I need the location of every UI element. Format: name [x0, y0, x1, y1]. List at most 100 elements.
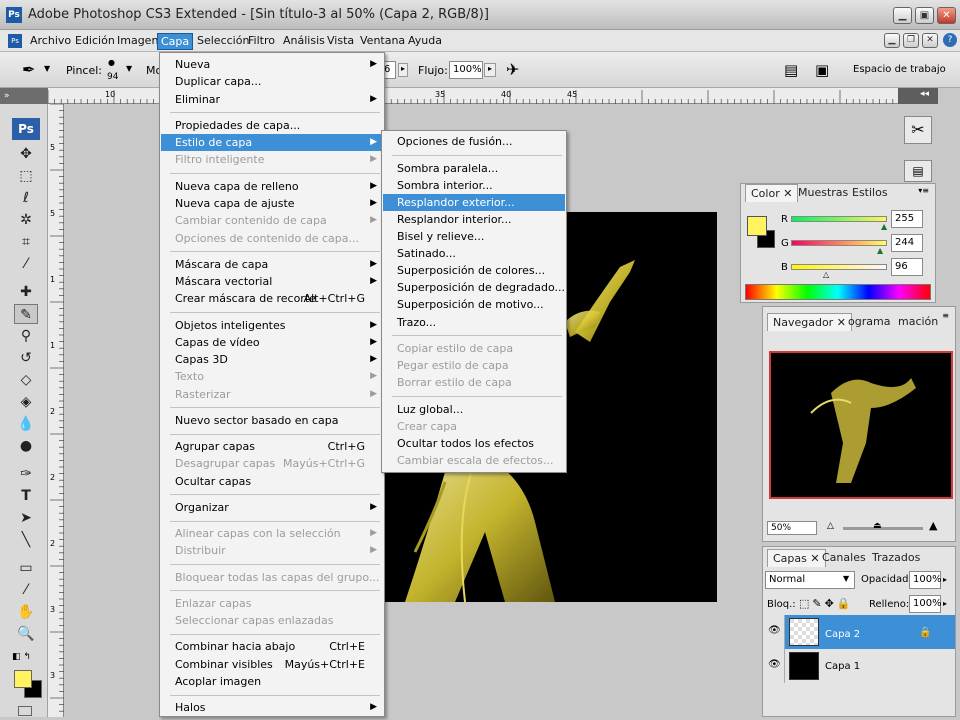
estilo_submenu-item[interactable]: Sombra interior... [383, 177, 565, 194]
tools-dock-icon[interactable]: ✂ [904, 116, 932, 144]
opacity-arrow-icon[interactable]: ▸ [398, 63, 408, 77]
hand-tool-icon[interactable]: ✋ [14, 602, 38, 622]
capa_menu-item[interactable]: Máscara de capa ▶ [161, 256, 383, 273]
tab-informacion[interactable]: mación [893, 313, 943, 331]
photoshop-badge-icon[interactable]: Ps [12, 118, 40, 140]
tab-canales[interactable]: Canales [817, 549, 871, 567]
capa_menu-item[interactable]: Combinar visibles Mayús+Ctrl+E [161, 656, 383, 673]
menu-analisis[interactable]: Análisis [283, 34, 325, 47]
doc-close-button[interactable]: ✕ [922, 33, 938, 48]
estilo_submenu-item[interactable]: Opciones de fusión... [383, 133, 565, 150]
magic-wand-icon[interactable]: ✲ [14, 210, 38, 230]
capa_menu-item[interactable]: Objetos inteligentes ▶ [161, 317, 383, 334]
history-brush-icon[interactable]: ↺ [14, 348, 38, 368]
help-icon[interactable]: ? [943, 33, 957, 47]
zoom-slider-thumb-icon[interactable]: ⏏ [873, 521, 882, 531]
clone-stamp-icon[interactable]: ⚲ [14, 326, 38, 346]
brush-size[interactable]: 94 [107, 72, 118, 82]
zoom-tool-icon[interactable]: 🔍 [14, 624, 38, 644]
capa_menu-item[interactable]: Duplicar capa... [161, 73, 383, 90]
b-slider[interactable] [791, 264, 887, 270]
estilo_submenu-item[interactable]: Trazo... [383, 314, 565, 331]
capa_menu-item[interactable]: Propiedades de capa... [161, 117, 383, 134]
capa_menu-item[interactable]: Nueva capa de relleno ▶ [161, 178, 383, 195]
capa_menu-item[interactable]: Capas de vídeo ▶ [161, 334, 383, 351]
path-selection-icon[interactable]: ➤ [14, 508, 38, 528]
tab-histograma[interactable]: ograma [843, 313, 895, 331]
menu-imagen[interactable]: Imagen [117, 34, 158, 47]
airbrush-icon[interactable]: ✈ [506, 60, 519, 79]
menu-vista[interactable]: Vista [327, 34, 354, 47]
maximize-button[interactable]: ▣ [915, 7, 934, 24]
workspace-button[interactable]: Espacio de trabajo [853, 64, 946, 75]
capa_menu-item[interactable]: Acoplar imagen [161, 673, 383, 690]
doc-minimize-button[interactable]: ▁ [884, 33, 900, 48]
move-tool-icon[interactable]: ✥ [14, 144, 38, 164]
brush-tool-icon[interactable]: ✒ [22, 60, 35, 79]
workspace-icon[interactable]: ▣ [815, 61, 829, 79]
estilo_submenu-item[interactable]: Superposición de degradado... [383, 279, 565, 296]
healing-brush-icon[interactable]: ✚ [14, 282, 38, 302]
zoom-slider[interactable] [843, 527, 923, 530]
g-value[interactable]: 244 [891, 234, 923, 252]
default-colors-icon[interactable]: ◧ ↰ [12, 652, 31, 662]
zoom-in-icon[interactable]: ▲ [929, 519, 937, 532]
panel-dock-icon[interactable]: ▤ [904, 160, 932, 182]
estilo_submenu-item[interactable]: Resplandor interior... [383, 211, 565, 228]
close-button[interactable]: ✕ [937, 7, 956, 24]
estilo_submenu-item[interactable]: Satinado... [383, 245, 565, 262]
chevron-down-icon[interactable]: ▼ [44, 64, 50, 73]
brush-tool-icon[interactable]: ✎ [14, 304, 38, 324]
panel-menu-icon[interactable]: ≡ [942, 311, 949, 320]
navigator-preview[interactable] [769, 351, 953, 499]
zoom-out-icon[interactable]: △ [827, 521, 834, 531]
foreground-color-swatch[interactable] [14, 670, 32, 688]
capa_menu-item[interactable]: Nuevo sector basado en capa [161, 412, 383, 429]
type-tool-icon[interactable]: T [14, 486, 38, 506]
blur-tool-icon[interactable]: 💧 [14, 414, 38, 434]
r-value[interactable]: 255 [891, 210, 923, 228]
eyedropper-icon[interactable]: ⁄ [14, 580, 38, 600]
r-slider-thumb-icon[interactable]: ▲ [881, 222, 887, 231]
fg-color-swatch[interactable] [747, 216, 767, 236]
capa_menu-item[interactable]: Estilo de capa ▶ [161, 134, 383, 152]
color-ramp[interactable] [745, 284, 931, 300]
brush-picker-chevron-icon[interactable]: ▼ [126, 64, 132, 73]
paint-bucket-icon[interactable]: ◈ [14, 392, 38, 412]
capa_menu-item[interactable]: Nueva capa de ajuste ▶ [161, 195, 383, 212]
eye-icon[interactable]: 👁 [768, 659, 781, 670]
tab-estilos[interactable]: Estilos [847, 184, 893, 202]
notes-tool-icon[interactable]: ▭ [14, 558, 38, 578]
opacity-arrow-icon[interactable]: ▸ [943, 575, 947, 584]
flow-field[interactable]: 100% [449, 61, 483, 79]
estilo_submenu-item[interactable]: Ocultar todos los efectos [383, 435, 565, 452]
estilo_submenu-item[interactable]: Sombra paralela... [383, 160, 565, 177]
g-slider-thumb-icon[interactable]: ▲ [877, 246, 883, 255]
collapse-dock-icon[interactable]: ◂◂ [920, 89, 929, 99]
tab-trazados[interactable]: Trazados [867, 549, 925, 567]
capa_menu-item[interactable]: Combinar hacia abajo Ctrl+E [161, 638, 383, 655]
estilo_submenu-item[interactable]: Luz global... [383, 401, 565, 418]
line-tool-icon[interactable]: ╲ [14, 530, 38, 550]
marquee-tool-icon[interactable]: ⬚ [14, 166, 38, 186]
quick-mask-icon[interactable] [18, 706, 32, 716]
b-value[interactable]: 96 [891, 258, 923, 276]
capa_menu-item[interactable]: Crear máscara de recorte Alt+Ctrl+G [161, 290, 383, 307]
capa_menu-item[interactable]: Capas 3D ▶ [161, 351, 383, 368]
fill-arrow-icon[interactable]: ▸ [943, 599, 947, 608]
capa_menu-item[interactable]: Eliminar ▶ [161, 91, 383, 108]
estilo_submenu-item[interactable]: Bisel y relieve... [383, 228, 565, 245]
toolbox-header[interactable]: » [0, 88, 48, 104]
flow-arrow-icon[interactable]: ▸ [484, 63, 496, 77]
zoom-field[interactable]: 50% [767, 521, 817, 535]
close-icon[interactable]: ✕ [783, 187, 792, 200]
dodge-tool-icon[interactable]: ● [14, 436, 38, 456]
capa_menu-item[interactable]: Agrupar capas Ctrl+G [161, 438, 383, 455]
menu-ayuda[interactable]: Ayuda [408, 34, 442, 47]
layer-opacity-field[interactable]: 100% [909, 571, 942, 589]
menu-edicion[interactable]: Edición [75, 34, 115, 47]
menu-archivo[interactable]: Archivo [30, 34, 71, 47]
estilo_submenu-item[interactable]: Resplandor exterior... [383, 193, 565, 211]
layer-name[interactable]: Capa 2 [825, 629, 860, 640]
capa_menu-item[interactable]: Nueva ▶ [161, 56, 383, 73]
